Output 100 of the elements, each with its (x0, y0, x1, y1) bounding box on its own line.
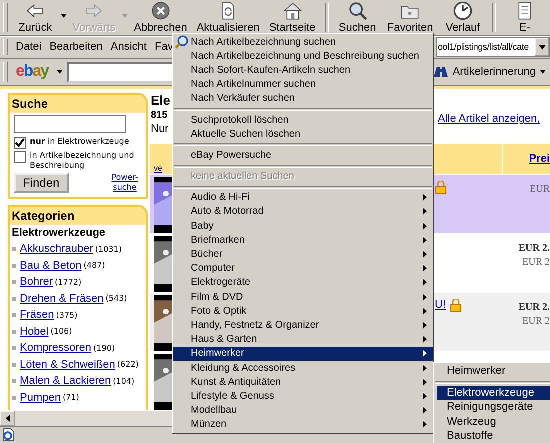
menu-item[interactable]: Haus & Garten (173, 332, 433, 347)
menu-item[interactable]: Lifestyle & Genuss (173, 389, 433, 404)
category-link[interactable]: Kompressoren (20, 342, 92, 354)
power-search-link[interactable]: Power-suche (108, 173, 142, 193)
category-link[interactable]: Bau & Beton (20, 260, 82, 272)
dropdown-button[interactable] (535, 38, 549, 56)
menu-item[interactable]: Foto & Optik (173, 304, 433, 318)
menu-item[interactable]: Baby (173, 219, 433, 234)
checkbox-label: nur in Elektrowerkzeuge (30, 137, 130, 147)
caret-icon (538, 44, 546, 50)
menu-item[interactable]: Baustoffe (437, 429, 550, 443)
checkbox[interactable] (14, 151, 26, 163)
price-text: EUR 2. (518, 242, 550, 256)
category-link[interactable]: Malen & Lackieren (20, 375, 112, 388)
bullet-icon (12, 330, 16, 334)
find-button[interactable]: Finden (14, 173, 69, 193)
menu-bar-item[interactable]: Ansicht (106, 41, 151, 53)
menu-item[interactable]: Nach Artikelnummer suchen (173, 78, 433, 92)
page-icon (2, 428, 16, 442)
menu-item[interactable]: Kleidung & Accessoires (173, 360, 433, 376)
scroll-left-button[interactable] (0, 411, 15, 426)
menu-item[interactable]: Nach Verkäufer suchen (173, 92, 433, 106)
item-count: (543) (106, 294, 128, 304)
category-link[interactable]: Fräsen (20, 309, 54, 322)
menu-item[interactable]: Suchprotokoll löschen (173, 112, 433, 128)
price-text: EUR (530, 183, 550, 197)
menu-item[interactable]: Modellbau (173, 404, 433, 418)
toolbar-button[interactable]: Zurück (12, 0, 68, 35)
caret-icon (122, 14, 128, 18)
item-count: (487) (84, 261, 106, 270)
menu-item[interactable]: Computer (173, 262, 433, 276)
item-count: (190) (94, 344, 116, 353)
item-count: (375) (56, 310, 78, 320)
bullet-icon (12, 247, 16, 252)
menu-item[interactable]: Elektrogeräte (173, 276, 433, 290)
logo[interactable]: ebay (12, 63, 52, 81)
menu-item[interactable]: Audio & Hi-Fi (173, 190, 433, 205)
toolbar-button[interactable]: Suchen (332, 0, 383, 35)
bullet-icon (12, 396, 16, 400)
menu-item[interactable]: Auto & Motorrad (173, 204, 433, 220)
checkbox-label: in Artikelbezeichnung und Beschreibung (30, 151, 136, 171)
price-text: EUR 2. (518, 301, 550, 315)
category-link[interactable]: Drehen & Fräsen (20, 292, 104, 305)
menu-item[interactable]: Elektrowerkzeuge (437, 386, 550, 400)
menu-item[interactable]: Reinigungsgeräte (437, 400, 550, 414)
caret-icon (540, 70, 546, 74)
menu-item[interactable]: eBay Powersuche (173, 148, 433, 162)
show-all-link[interactable]: Alle Artikel anzeigen, (438, 113, 540, 125)
caret-icon[interactable] (56, 70, 62, 74)
binoculars-icon (432, 65, 449, 79)
checkbox[interactable] (14, 137, 26, 149)
menu-item[interactable]: Heimwerker (173, 346, 433, 361)
price-header-link[interactable]: Prei (503, 144, 550, 174)
menu-item[interactable]: Nach Artikelbezeichnung suchen (173, 35, 433, 50)
bullet-icon (12, 362, 16, 367)
menu-item[interactable]: Münzen (173, 418, 433, 432)
toolbar-button[interactable]: Favoriten (382, 0, 438, 35)
toolbar-button[interactable]: Aktualisieren (192, 0, 265, 35)
bullet-icon (12, 313, 16, 318)
category-heading: Elektrowerkzeuge (11, 226, 107, 241)
menu-bar-item[interactable]: Bearbeiten (46, 41, 107, 53)
item-count: (1772) (55, 278, 82, 287)
item-count: (106) (50, 327, 72, 336)
menu-bar-item[interactable]: Datei (12, 41, 46, 53)
menu-item[interactable]: Film & DVD (173, 290, 433, 304)
menu-item[interactable]: Kunst & Antiquitäten (173, 375, 433, 390)
search-input-field[interactable] (14, 115, 126, 133)
category-link[interactable]: Löten & Schweißen (20, 358, 116, 371)
menu-item[interactable]: Heimwerker (437, 364, 550, 378)
address-field[interactable]: ool1/plistings/list/all/cate (436, 37, 550, 57)
category-link[interactable]: Hobel (20, 326, 49, 338)
search-icon (348, 1, 368, 21)
bullet-icon (12, 296, 16, 301)
bullet-icon (12, 264, 16, 268)
item-link[interactable]: U! (435, 299, 446, 311)
menu-item[interactable]: Bücher (173, 247, 433, 262)
home-icon (282, 1, 303, 21)
arrow-icon (6, 415, 10, 422)
price-text: EUR 2 (522, 315, 550, 329)
category-link[interactable]: Pumpen (20, 392, 61, 404)
toolbar-button[interactable]: E- (500, 0, 550, 35)
category-link[interactable]: Bohrer (20, 276, 54, 288)
menu-item[interactable]: Nach Artikelbezeichnung und Beschreibung suchen (173, 49, 433, 64)
page-title: Ele (151, 93, 172, 108)
stop-icon (150, 1, 171, 21)
result-count: 815 (151, 110, 169, 121)
menu-item[interactable]: Briefmarken (173, 233, 433, 248)
bullet-icon (12, 346, 16, 350)
menu-item[interactable]: Werkzeug (437, 414, 550, 429)
item-count: (71) (62, 393, 80, 402)
category-link[interactable]: Akkuschrauber (20, 243, 94, 256)
toolbar-button[interactable]: Verlauf (438, 0, 488, 35)
bullet-icon (12, 280, 16, 284)
item-count: (104) (113, 376, 135, 386)
menu-item[interactable]: Aktuelle Suchen löschen (173, 127, 433, 142)
menu-item[interactable]: Handy, Festnetz & Organizer (173, 318, 433, 333)
note-text: Nur (151, 123, 170, 135)
caret-icon (60, 14, 67, 18)
view-link[interactable]: ve (154, 164, 162, 173)
item-count: (1031) (95, 244, 122, 254)
